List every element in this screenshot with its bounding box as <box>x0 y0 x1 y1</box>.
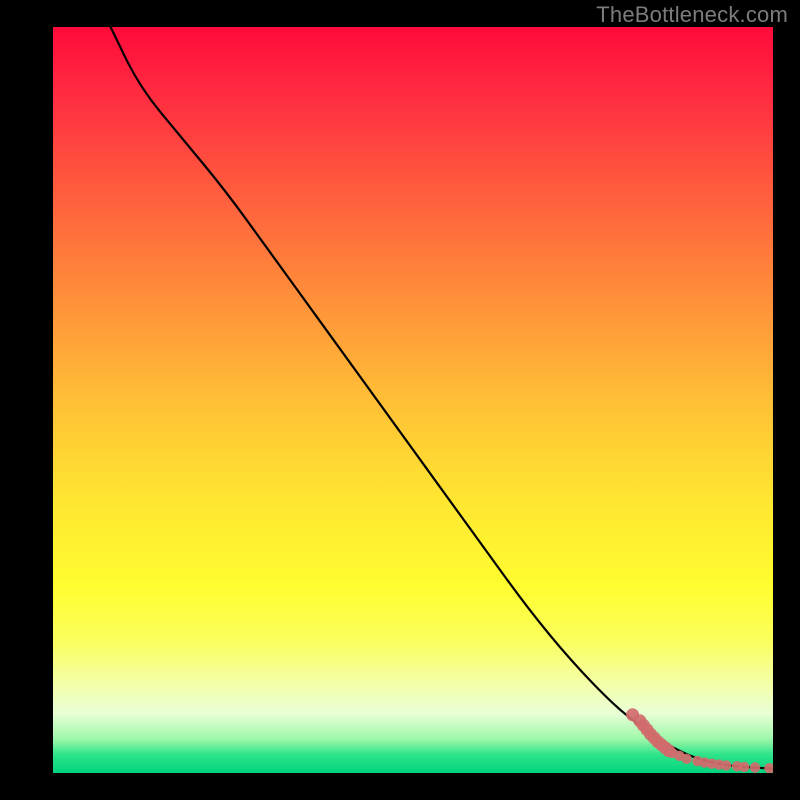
watermark-text: TheBottleneck.com <box>596 2 788 28</box>
marker-dot <box>739 762 749 772</box>
marker-dot <box>721 760 731 770</box>
bottleneck-curve <box>111 27 773 769</box>
marker-dot <box>750 762 760 772</box>
chart-svg <box>53 27 773 773</box>
chart-frame: TheBottleneck.com <box>0 0 800 800</box>
marker-dot <box>764 763 773 773</box>
marker-dot <box>681 754 691 764</box>
plot-area <box>53 27 773 773</box>
